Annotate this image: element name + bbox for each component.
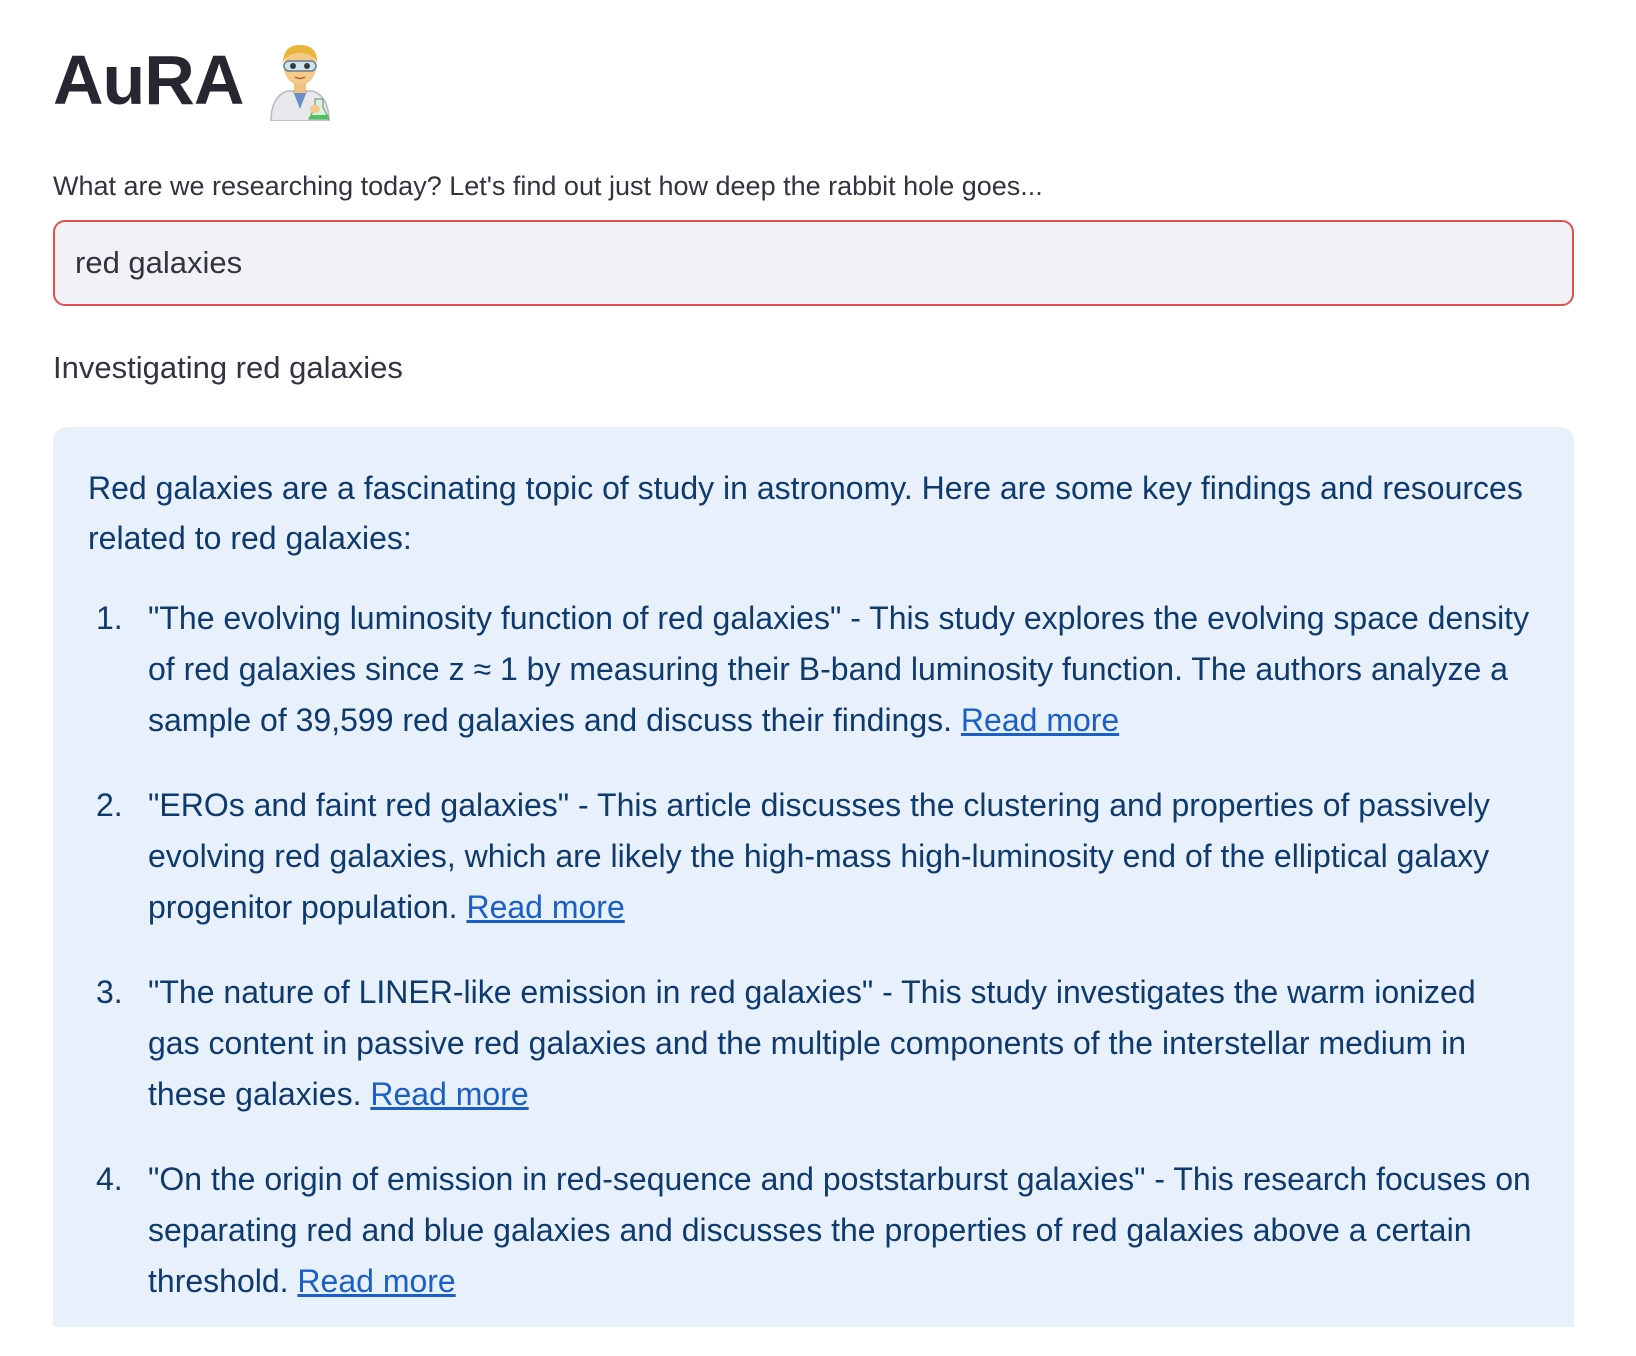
app-page: AuRA What are we researching today? Let'… (0, 0, 1636, 1356)
list-item: 2. "EROs and faint red galaxies" - This … (88, 780, 1536, 933)
list-item-number: 3. (96, 973, 123, 1010)
list-item-text: "EROs and faint red galaxies" - This art… (148, 786, 1490, 925)
result-intro: Red galaxies are a fascinating topic of … (88, 469, 1523, 556)
list-item-number: 4. (96, 1160, 123, 1197)
scientist-emoji-icon (265, 39, 335, 122)
list-item-text: "The evolving luminosity function of red… (148, 599, 1530, 738)
list-item-body: "EROs and faint red galaxies" - This art… (148, 780, 1536, 933)
list-item-body: "The evolving luminosity function of red… (148, 593, 1536, 746)
app-title: AuRA (53, 41, 244, 119)
list-item: 4. "On the origin of emission in red-seq… (88, 1154, 1536, 1307)
list-item-number: 1. (96, 599, 123, 636)
read-more-link[interactable]: Read more (466, 889, 624, 925)
list-item-body: "On the origin of emission in red-sequen… (148, 1154, 1536, 1307)
research-input[interactable] (75, 245, 1552, 282)
read-more-link[interactable]: Read more (370, 1076, 528, 1112)
research-prompt-label: What are we researching today? Let's fin… (53, 171, 1043, 201)
status-text: Investigating red galaxies (53, 350, 403, 386)
list-item: 1. "The evolving luminosity function of … (88, 593, 1536, 746)
list-item-number: 2. (96, 786, 123, 823)
list-item-text: "The nature of LINER-like emission in re… (148, 973, 1476, 1112)
findings-list: 1. "The evolving luminosity function of … (88, 593, 1536, 1307)
read-more-link[interactable]: Read more (297, 1263, 455, 1299)
research-input-box[interactable] (53, 220, 1574, 307)
title-row: AuRA (53, 0, 1574, 160)
list-item: 3. "The nature of LINER-like emission in… (88, 967, 1536, 1120)
read-more-link[interactable]: Read more (961, 702, 1119, 738)
result-panel: Red galaxies are a fascinating topic of … (53, 426, 1574, 1327)
list-item-body: "The nature of LINER-like emission in re… (148, 967, 1536, 1120)
